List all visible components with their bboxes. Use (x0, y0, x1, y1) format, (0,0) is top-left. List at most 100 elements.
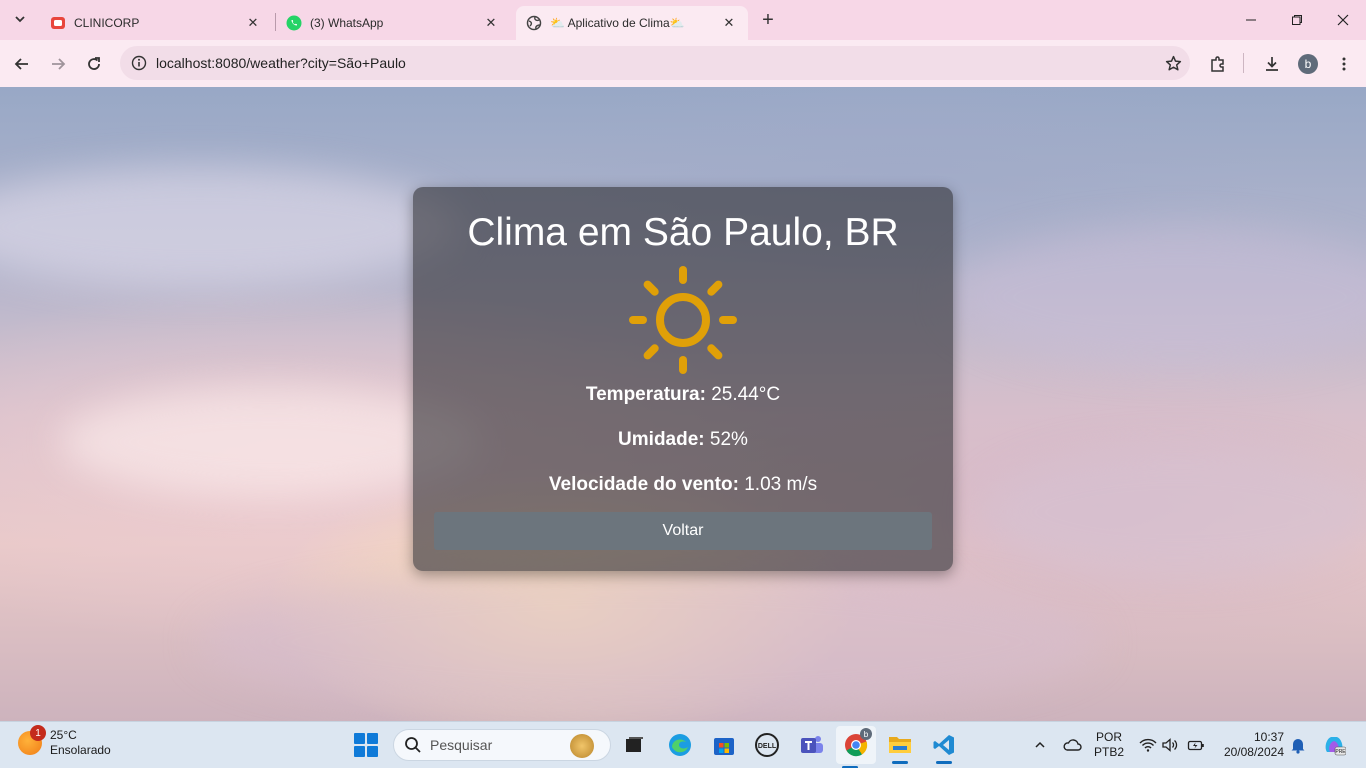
battery-charging-icon (1187, 740, 1204, 751)
taskbar-store[interactable] (710, 731, 738, 759)
site-info-icon[interactable] (122, 55, 156, 71)
background-cloud (950, 227, 1366, 367)
browser-toolbar: localhost:8080/weather?city=São+Paulo b (0, 40, 1366, 87)
temperature-value: 25.44°C (711, 384, 781, 405)
page-viewport: Clima em São Paulo, BR Temperatura: 25.4… (0, 87, 1366, 721)
taskbar-dell[interactable]: DELL (753, 731, 781, 759)
taskbar-weather-widget[interactable]: 1 25°C Ensolarado (18, 725, 111, 758)
forward-button[interactable] (44, 50, 72, 78)
tab-whatsapp[interactable]: (3) WhatsApp ✕ (276, 6, 510, 40)
task-view-button[interactable] (620, 731, 648, 759)
tab-weather-app[interactable]: ⛅ Aplicativo de Clima⛅ ✕ (516, 6, 748, 40)
reload-icon (88, 57, 100, 70)
menu-button[interactable] (1330, 50, 1358, 78)
taskbar-search[interactable]: Pesquisar (393, 729, 611, 761)
close-window-button[interactable] (1320, 0, 1366, 40)
search-placeholder: Pesquisar (430, 737, 493, 753)
tab-title: CLINICORP (74, 16, 140, 30)
copilot-button[interactable]: PRE (1320, 731, 1348, 759)
bookmark-star-icon[interactable] (1156, 55, 1190, 72)
task-view-icon (626, 737, 643, 752)
restore-icon (1292, 15, 1302, 25)
toolbar-divider (1243, 53, 1244, 73)
cloud-icon (1063, 739, 1082, 751)
store-icon (714, 738, 734, 755)
taskbar: 1 25°C Ensolarado Pesquisar DELL b POR P… (0, 721, 1366, 768)
notification-badge: 1 (30, 725, 46, 741)
address-bar[interactable]: localhost:8080/weather?city=São+Paulo (120, 46, 1190, 80)
system-clock[interactable]: 10:37 20/08/2024 (1216, 730, 1284, 760)
wind-label: Velocidade do vento: (548, 474, 739, 495)
vscode-icon (933, 735, 954, 755)
search-highlight-icon (570, 734, 594, 758)
running-indicator (936, 761, 952, 764)
clinicorp-icon (50, 15, 66, 31)
restore-button[interactable] (1274, 0, 1320, 40)
downloads-button[interactable] (1258, 50, 1286, 78)
tray-battery[interactable] (1182, 731, 1210, 759)
tray-volume[interactable] (1156, 731, 1184, 759)
back-button[interactable] (8, 50, 36, 78)
temperature-label: Temperatura: (585, 384, 706, 405)
folder-icon (889, 737, 911, 753)
new-tab-button[interactable]: + (756, 8, 780, 32)
extensions-button[interactable] (1204, 50, 1232, 78)
language-code: POR (1096, 730, 1123, 744)
taskbar-teams[interactable] (798, 731, 826, 759)
tab-title: ⛅ Aplicativo de Clima⛅ (550, 16, 685, 30)
chevron-up-icon (1035, 741, 1045, 748)
background-cloud (0, 167, 460, 287)
teams-icon (801, 736, 823, 753)
taskbar-edge[interactable] (666, 731, 694, 759)
globe-icon (526, 15, 542, 31)
tab-search-button[interactable] (8, 7, 32, 31)
close-icon (1337, 14, 1349, 26)
minimize-button[interactable] (1228, 0, 1274, 40)
clock-date: 20/08/2024 (1223, 745, 1284, 759)
windows-logo-tile (367, 733, 378, 744)
windows-logo-tile (354, 733, 365, 744)
chevron-down-icon (15, 16, 25, 23)
close-tab-icon[interactable]: ✕ (482, 14, 500, 32)
keyboard-layout: PTB2 (1094, 745, 1125, 759)
background-cloud (980, 447, 1366, 577)
tray-onedrive[interactable] (1058, 731, 1086, 759)
taskbar-chrome[interactable]: b (836, 726, 876, 768)
url-text[interactable]: localhost:8080/weather?city=São+Paulo (156, 55, 1156, 71)
profile-button[interactable]: b (1294, 50, 1322, 78)
reload-button[interactable] (80, 50, 108, 78)
dell-icon: DELL (755, 733, 779, 757)
taskbar-vscode[interactable] (930, 731, 958, 764)
sun-weather-icon: 1 (18, 725, 46, 755)
taskbar-file-explorer[interactable] (886, 731, 914, 764)
puzzle-icon (1211, 56, 1224, 72)
sun-icon (629, 266, 737, 374)
humidity-value: 52% (709, 429, 748, 450)
plus-icon: + (762, 8, 774, 31)
search-icon (405, 737, 421, 753)
more-vertical-icon (1342, 57, 1346, 71)
speaker-icon (1162, 738, 1178, 752)
humidity-stat: Umidade: 52% (413, 429, 953, 451)
back-link-button[interactable]: Voltar (434, 512, 932, 550)
chrome-profile-badge: b (860, 728, 872, 740)
windows-logo-tile (367, 746, 378, 757)
minimize-icon (1246, 19, 1256, 21)
tab-clinicorp[interactable]: CLINICORP ✕ (40, 6, 272, 40)
language-indicator[interactable]: POR PTB2 (1094, 730, 1124, 760)
start-button[interactable] (354, 733, 378, 757)
tray-overflow-button[interactable] (1026, 731, 1054, 759)
arrow-left-icon (14, 58, 28, 70)
edge-icon (669, 734, 691, 756)
windows-logo-tile (354, 746, 365, 757)
wind-value: 1.03 m/s (744, 474, 818, 495)
wifi-icon (1139, 738, 1157, 752)
close-tab-icon[interactable]: ✕ (720, 14, 738, 32)
close-tab-icon[interactable]: ✕ (244, 14, 262, 32)
running-indicator (892, 761, 908, 764)
tab-title: (3) WhatsApp (310, 16, 384, 30)
bell-icon (1291, 739, 1305, 754)
svg-text:DELL: DELL (758, 743, 777, 750)
download-icon (1266, 57, 1278, 71)
notifications-button[interactable] (1284, 731, 1312, 759)
